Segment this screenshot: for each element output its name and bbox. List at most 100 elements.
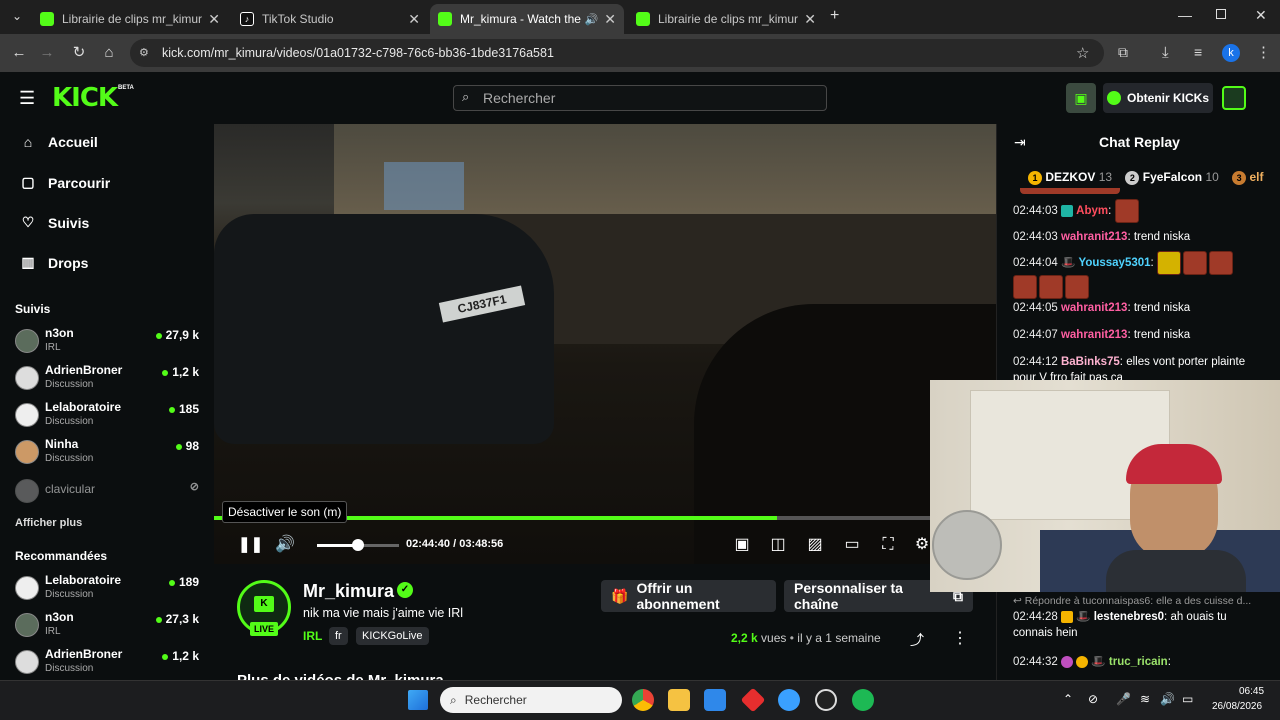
pause-button[interactable]: ❚❚ — [238, 534, 263, 556]
url-text[interactable]: kick.com/mr_kimura/videos/01a01732-c798-… — [162, 46, 554, 60]
browser-menu-icon[interactable]: ⋮ — [1256, 43, 1271, 61]
avatar — [15, 479, 39, 503]
chat-message: 02:44:28 🎩 lestenebres0: ah ouais tu con… — [1013, 610, 1227, 639]
battery-icon[interactable]: ▭ — [1182, 692, 1193, 706]
network-off-icon[interactable]: ⊘ — [1088, 692, 1098, 706]
reply-context[interactable]: ↩ Répondre à tuconnaispas6: elle a des c… — [1013, 593, 1268, 609]
following-channel[interactable]: Ninha Discussion 98 — [15, 437, 201, 469]
site-info-icon[interactable]: ⚙ — [139, 46, 149, 59]
close-tab-icon[interactable]: ✕ — [804, 11, 816, 28]
download-icon[interactable]: ⤓ — [1162, 44, 1169, 61]
show-more-link[interactable]: Afficher plus — [15, 517, 82, 529]
browser-tab-vod[interactable]: Mr_kimura - Watch the VOD 🔊 ✕ — [430, 4, 624, 34]
live-dot-icon — [168, 579, 175, 586]
tag-pill[interactable]: KICKGoLive — [356, 627, 429, 645]
kick-favicon-icon — [636, 12, 650, 26]
close-tab-icon[interactable]: ✕ — [604, 11, 616, 28]
volume-icon[interactable]: 🔊 — [274, 534, 296, 556]
microphone-icon[interactable]: 🎤 — [1116, 692, 1131, 706]
wifi-icon[interactable]: ≋ — [1140, 692, 1150, 706]
minimize-button[interactable]: — — [1178, 7, 1192, 23]
chat-username[interactable]: Abym — [1076, 205, 1108, 217]
chat-leaderboard: 1 DEZKOV 13 2 FyeFalcon 10 3 elf — [1028, 170, 1264, 185]
windows-start-icon[interactable] — [408, 690, 428, 710]
browser-tab-clips-2[interactable]: Librairie de clips mr_kimura | Cl ✕ — [628, 4, 824, 34]
menu-hamburger-icon[interactable]: ☰ — [19, 88, 35, 109]
speaker-icon[interactable]: 🔊 — [1160, 692, 1175, 706]
chat-username[interactable]: wahranit213 — [1061, 329, 1127, 341]
settings-icon[interactable]: ⚙ — [912, 534, 932, 556]
chat-username[interactable]: wahranit213 — [1061, 231, 1127, 243]
gift-subscription-button[interactable]: 🎁 Offrir un abonnement — [601, 580, 776, 612]
kick-avatar-logo-icon: K — [254, 596, 274, 612]
new-tab-button[interactable]: + — [830, 7, 848, 25]
sidebar-item-drops[interactable]: ▥ Drops — [18, 254, 88, 271]
following-channel-offline[interactable]: clavicular ⊘ — [15, 476, 201, 508]
recommended-channel[interactable]: Lelaboratoire Discussion 189 — [15, 573, 201, 605]
recommended-channel[interactable]: n3on IRL 27,3 k — [15, 610, 201, 642]
miniplayer-icon[interactable]: ▭ — [842, 534, 862, 556]
category-link[interactable]: IRL — [303, 629, 322, 643]
restore-button[interactable] — [1216, 9, 1226, 19]
chat-username[interactable]: truc_ricain — [1109, 656, 1168, 668]
file-explorer-icon[interactable] — [668, 689, 690, 711]
chat-username[interactable]: lestenebres0 — [1094, 611, 1164, 623]
audio-playing-icon[interactable]: 🔊 — [585, 13, 599, 26]
user-avatar[interactable] — [1222, 86, 1246, 110]
avatar — [15, 403, 39, 427]
tab-list-button[interactable]: ⌄ — [8, 9, 26, 27]
obs-icon[interactable] — [815, 689, 837, 711]
close-tab-icon[interactable]: ✕ — [208, 11, 220, 28]
search-placeholder: Rechercher — [483, 90, 556, 106]
reload-icon[interactable]: ↻ — [68, 42, 90, 64]
close-tab-icon[interactable]: ✕ — [408, 11, 420, 28]
chrome-icon[interactable] — [632, 689, 654, 711]
video-player[interactable]: CJ837F1 — [214, 124, 996, 564]
clip-icon[interactable]: ▣ — [732, 534, 752, 556]
more-options-icon[interactable]: ⋮ — [952, 628, 968, 648]
back-icon[interactable]: ← — [8, 42, 30, 64]
following-channel[interactable]: Lelaboratoire Discussion 185 — [15, 400, 201, 432]
recommended-channel[interactable]: AdrienBroner Discussion 1,2 k — [15, 647, 201, 679]
kick-logo[interactable]: KICK — [52, 83, 118, 113]
get-kicks-button[interactable]: Obtenir KICKs — [1103, 83, 1213, 113]
captions-off-icon[interactable]: ▨ — [804, 534, 826, 556]
spotify-icon[interactable] — [852, 689, 874, 711]
sidebar-item-browse[interactable]: ▢ Parcourir — [18, 174, 110, 191]
clock-time[interactable]: 06:45 — [1239, 686, 1264, 697]
bookmark-star-icon[interactable]: ☆ — [1076, 44, 1089, 62]
extensions-icon[interactable]: ⧉ — [1118, 44, 1128, 61]
collapse-chat-icon[interactable]: ⇥ — [1014, 134, 1026, 151]
emote-icon — [1208, 251, 1233, 275]
chat-message: 02:44:32 🎩 truc_ricain: — [1013, 655, 1171, 668]
subscriber-badge-icon — [1060, 205, 1073, 217]
following-channel[interactable]: n3on IRL 27,9 k — [15, 326, 201, 358]
media-control-icon[interactable]: ≡ — [1194, 44, 1202, 60]
sidebar-item-home[interactable]: ⌂ Accueil — [18, 134, 98, 150]
clock-date[interactable]: 26/08/2026 — [1212, 701, 1262, 712]
volume-slider-thumb[interactable] — [352, 539, 364, 551]
sidebar-item-following[interactable]: ♡ Suivis — [18, 214, 90, 231]
fullscreen-icon[interactable]: ⛶ — [878, 534, 898, 556]
kick-store-icon[interactable]: ▣ — [1066, 83, 1096, 113]
store-icon[interactable] — [704, 689, 726, 711]
taskbar-search[interactable]: ⌕ Rechercher — [440, 687, 622, 713]
tag-pill[interactable]: fr — [329, 627, 348, 645]
channel-name[interactable]: Mr_kimura — [303, 581, 394, 602]
browser-tab-tiktok[interactable]: ♪ TikTok Studio ✕ — [232, 4, 428, 34]
forward-icon[interactable]: → — [36, 42, 58, 64]
live-dot-icon — [175, 443, 182, 450]
home-browser-icon[interactable]: ⌂ — [98, 42, 120, 64]
emote-row-cut — [1020, 188, 1120, 194]
browser-tab-clips-1[interactable]: Librairie de clips mr_kimura | Cl ✕ — [32, 4, 228, 34]
chat-username[interactable]: BaBinks75 — [1061, 356, 1120, 368]
chat-username[interactable]: wahranit213 — [1061, 302, 1127, 314]
following-channel[interactable]: AdrienBroner Discussion 1,2 k — [15, 363, 201, 395]
profile-avatar[interactable]: k — [1222, 44, 1240, 62]
chat-username[interactable]: Youssay5301 — [1079, 257, 1151, 269]
share-icon[interactable]: ⤴ — [910, 630, 924, 650]
photos-icon[interactable] — [778, 689, 800, 711]
tray-chevron-icon[interactable]: ⌃ — [1063, 692, 1073, 706]
close-window-button[interactable]: ✕ — [1255, 7, 1267, 24]
theatre-icon[interactable]: ◫ — [768, 534, 788, 556]
